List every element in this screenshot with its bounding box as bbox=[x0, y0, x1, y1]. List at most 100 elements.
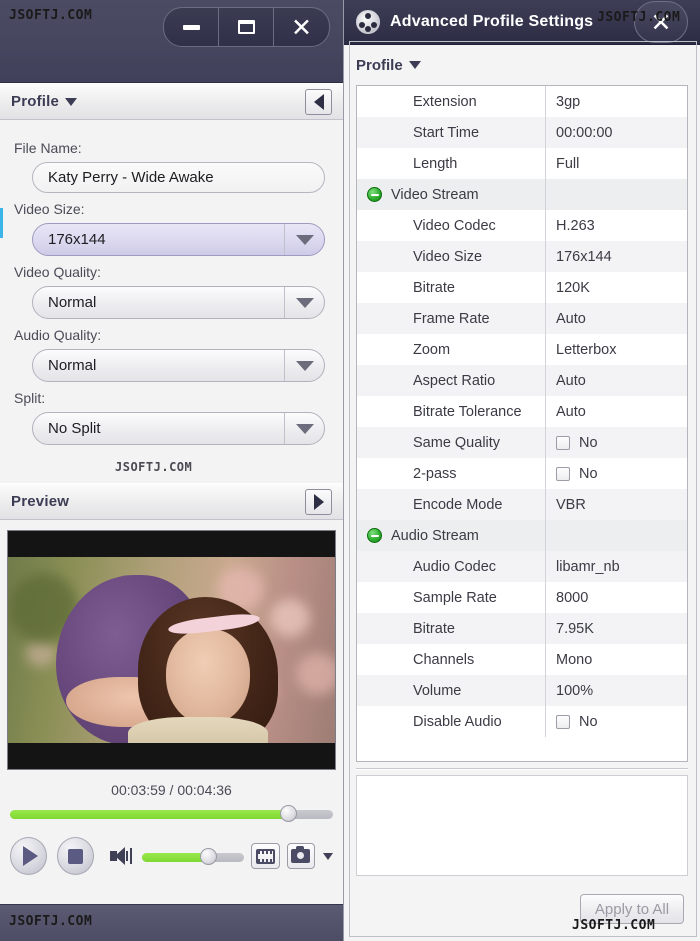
property-name: Audio Codec bbox=[413, 558, 497, 575]
split-dropdown-arrow[interactable] bbox=[284, 413, 324, 444]
video-size-label: Video Size: bbox=[14, 201, 85, 217]
property-row[interactable]: Disable Audio No bbox=[357, 706, 687, 737]
close-icon: ✕ bbox=[291, 12, 312, 42]
property-row[interactable]: Extension 3gp bbox=[357, 86, 687, 117]
video-preview[interactable] bbox=[7, 530, 336, 770]
property-value[interactable] bbox=[545, 520, 687, 551]
right-profile-header[interactable]: Profile bbox=[344, 45, 700, 85]
apply-to-all-button[interactable]: Apply to All bbox=[580, 894, 684, 924]
property-value[interactable]: 7.95K bbox=[545, 613, 687, 644]
property-row[interactable]: Video Size 176x144 bbox=[357, 241, 687, 272]
property-row[interactable]: Same Quality No bbox=[357, 427, 687, 458]
property-value[interactable]: Mono bbox=[545, 644, 687, 675]
chevron-down-icon bbox=[295, 423, 314, 434]
property-name: Video Stream bbox=[391, 186, 479, 203]
property-value[interactable]: No bbox=[545, 458, 687, 489]
property-row[interactable]: Start Time 00:00:00 bbox=[357, 117, 687, 148]
audio-quality-dropdown-arrow[interactable] bbox=[284, 350, 324, 381]
seek-thumb[interactable] bbox=[279, 805, 297, 822]
property-value[interactable] bbox=[545, 179, 687, 210]
volume-thumb[interactable] bbox=[200, 848, 218, 865]
volume-icon[interactable] bbox=[110, 847, 133, 865]
watermark-bottom-left: JSOFTJ.COM bbox=[9, 914, 93, 929]
preview-section-header[interactable]: Preview bbox=[0, 483, 343, 520]
file-name-input[interactable]: Katy Perry - Wide Awake bbox=[32, 162, 325, 193]
checkbox[interactable] bbox=[556, 466, 570, 481]
property-value[interactable]: 120K bbox=[545, 272, 687, 303]
property-value[interactable]: Auto bbox=[545, 365, 687, 396]
property-row[interactable]: Audio Codec libamr_nb bbox=[357, 551, 687, 582]
property-value[interactable]: Auto bbox=[545, 303, 687, 334]
capture-options-dropdown[interactable] bbox=[323, 852, 333, 860]
property-row[interactable]: Length Full bbox=[357, 148, 687, 179]
chevron-down-icon bbox=[65, 97, 78, 106]
property-group-row[interactable]: Audio Stream bbox=[357, 520, 687, 551]
property-value[interactable]: No bbox=[545, 427, 687, 458]
chevron-right-icon bbox=[313, 494, 324, 510]
minimize-button[interactable] bbox=[164, 8, 219, 46]
dialog-close-button[interactable]: ✕ bbox=[634, 1, 688, 43]
property-row[interactable]: Bitrate 120K bbox=[357, 272, 687, 303]
property-value[interactable]: Full bbox=[545, 148, 687, 179]
snapshot-button[interactable] bbox=[286, 843, 315, 869]
video-size-value: 176x144 bbox=[48, 231, 106, 248]
property-value[interactable]: Letterbox bbox=[545, 334, 687, 365]
split-select[interactable]: No Split bbox=[32, 412, 325, 445]
collapse-group-icon[interactable] bbox=[367, 528, 382, 543]
property-value[interactable]: 176x144 bbox=[545, 241, 687, 272]
stop-icon bbox=[68, 848, 84, 864]
property-row[interactable]: Aspect Ratio Auto bbox=[357, 365, 687, 396]
close-button[interactable]: ✕ bbox=[274, 8, 329, 46]
property-row[interactable]: Bitrate 7.95K bbox=[357, 613, 687, 644]
expand-preview-button[interactable] bbox=[305, 489, 332, 515]
property-row[interactable]: Volume 100% bbox=[357, 675, 687, 706]
property-value[interactable]: 3gp bbox=[545, 86, 687, 117]
play-button[interactable] bbox=[10, 837, 48, 875]
checkbox[interactable] bbox=[556, 714, 570, 729]
player-controls bbox=[10, 834, 333, 878]
property-name: Bitrate Tolerance bbox=[413, 403, 522, 420]
video-size-dropdown-arrow[interactable] bbox=[284, 224, 324, 255]
property-value[interactable]: libamr_nb bbox=[545, 551, 687, 582]
property-row[interactable]: Sample Rate 8000 bbox=[357, 582, 687, 613]
property-row[interactable]: Zoom Letterbox bbox=[357, 334, 687, 365]
profile-section-header[interactable]: Profile bbox=[0, 83, 343, 120]
property-row[interactable]: Frame Rate Auto bbox=[357, 303, 687, 334]
property-row[interactable]: Encode Mode VBR bbox=[357, 489, 687, 520]
property-value[interactable]: 100% bbox=[545, 675, 687, 706]
property-name: Extension bbox=[413, 93, 477, 110]
checkbox[interactable] bbox=[556, 435, 570, 450]
property-name: Audio Stream bbox=[391, 527, 479, 544]
stop-button[interactable] bbox=[57, 837, 95, 875]
audio-quality-select[interactable]: Normal bbox=[32, 349, 325, 382]
property-value[interactable]: 8000 bbox=[545, 582, 687, 613]
checkbox-label: No bbox=[579, 465, 598, 482]
property-value[interactable]: Auto bbox=[545, 396, 687, 427]
chevron-down-icon bbox=[295, 360, 314, 371]
property-value[interactable]: H.263 bbox=[545, 210, 687, 241]
property-group-row[interactable]: Video Stream bbox=[357, 179, 687, 210]
capture-video-button[interactable] bbox=[251, 843, 280, 869]
property-row[interactable]: Bitrate Tolerance Auto bbox=[357, 396, 687, 427]
property-value[interactable]: No bbox=[545, 706, 687, 737]
preview-header-label: Preview bbox=[11, 493, 70, 510]
video-size-select[interactable]: 176x144 bbox=[32, 223, 325, 256]
properties-table[interactable]: Extension 3gp Start Time 00:00:00 Length Full… bbox=[356, 85, 688, 762]
video-quality-value: Normal bbox=[48, 294, 97, 311]
seek-bar[interactable] bbox=[10, 805, 333, 822]
property-name: Encode Mode bbox=[413, 496, 503, 513]
volume-slider[interactable] bbox=[141, 848, 245, 865]
property-name: Video Codec bbox=[413, 217, 496, 234]
property-row[interactable]: Video Codec H.263 bbox=[357, 210, 687, 241]
property-value[interactable]: VBR bbox=[545, 489, 687, 520]
collapse-group-icon[interactable] bbox=[367, 187, 382, 202]
collapse-panel-button[interactable] bbox=[305, 89, 332, 115]
maximize-button[interactable] bbox=[219, 8, 274, 46]
video-quality-dropdown-arrow[interactable] bbox=[284, 287, 324, 318]
property-row[interactable]: Channels Mono bbox=[357, 644, 687, 675]
property-value[interactable]: 00:00:00 bbox=[545, 117, 687, 148]
minimize-icon bbox=[182, 24, 200, 30]
video-quality-select[interactable]: Normal bbox=[32, 286, 325, 319]
play-icon bbox=[23, 846, 39, 866]
property-row[interactable]: 2-pass No bbox=[357, 458, 687, 489]
